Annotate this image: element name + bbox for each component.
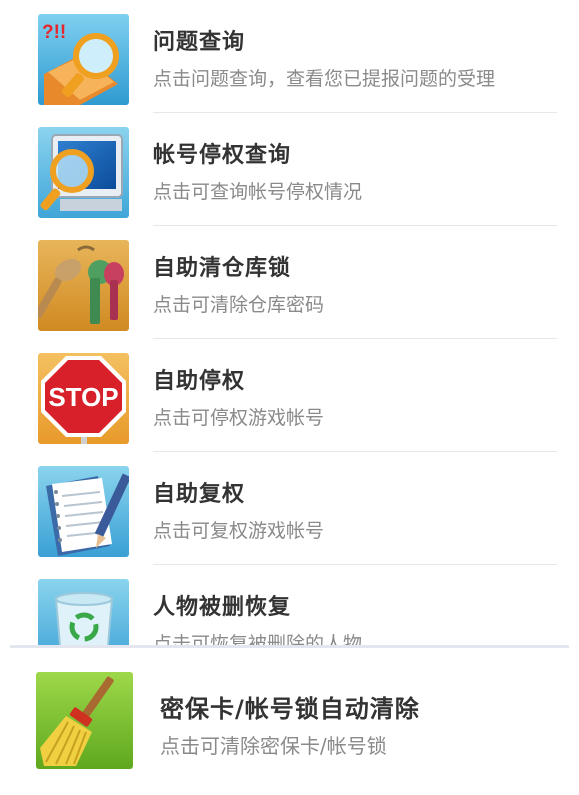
service-item-restore-deleted-character[interactable]: 人物被删恢复 点击可恢复被删除的人物 <box>0 565 579 645</box>
broom-icon <box>36 672 133 769</box>
footer-divider <box>10 645 569 648</box>
recycle-bin-icon <box>38 579 129 645</box>
service-item-self-restore[interactable]: 自助复权 点击可复权游戏帐号 <box>0 452 579 565</box>
service-description: 点击可停权游戏帐号 <box>153 407 325 429</box>
service-title: 自助停权 <box>153 369 246 394</box>
computer-magnifier-icon <box>38 127 129 218</box>
service-list: ?!! 问题查询 点击问题查询，查看您已提报问题的受理 帐号停权查询 点击可查询… <box>0 0 579 645</box>
service-description: 点击可复权游戏帐号 <box>153 520 325 542</box>
service-item-self-suspend[interactable]: STOP 自助停权 点击可停权游戏帐号 <box>0 339 579 452</box>
service-description: 点击可清除仓库密码 <box>153 294 325 316</box>
service-description: 点击可查询帐号停权情况 <box>153 181 363 203</box>
service-title: 自助清仓库锁 <box>153 256 292 281</box>
service-title: 问题查询 <box>153 30 246 55</box>
service-title: 自助复权 <box>153 482 246 507</box>
pinned-description: 点击可清除密保卡/帐号锁 <box>160 734 387 758</box>
pinned-footer: 密保卡/帐号锁自动清除 点击可清除密保卡/帐号锁 <box>0 645 579 795</box>
service-description: 点击可恢复被删除的人物 <box>153 633 363 645</box>
service-title: 帐号停权查询 <box>153 143 292 168</box>
notepad-pencil-icon <box>38 466 129 557</box>
service-description: 点击问题查询，查看您已提报问题的受理 <box>153 68 496 90</box>
svg-text:?!!: ?!! <box>42 22 66 43</box>
stop-sign-icon: STOP <box>38 353 129 444</box>
service-item-issue-query[interactable]: ?!! 问题查询 点击问题查询，查看您已提报问题的受理 <box>0 0 579 113</box>
service-item-clear-warehouse-lock[interactable]: 自助清仓库锁 点击可清除仓库密码 <box>0 226 579 339</box>
keys-icon <box>38 240 129 331</box>
magnifier-book-icon: ?!! <box>38 14 129 105</box>
pinned-title: 密保卡/帐号锁自动清除 <box>160 695 420 723</box>
service-item-account-suspension-query[interactable]: 帐号停权查询 点击可查询帐号停权情况 <box>0 113 579 226</box>
svg-text:STOP: STOP <box>48 382 118 412</box>
service-item-clear-security-card[interactable]: 密保卡/帐号锁自动清除 点击可清除密保卡/帐号锁 <box>0 657 579 792</box>
service-title: 人物被删恢复 <box>153 595 292 620</box>
